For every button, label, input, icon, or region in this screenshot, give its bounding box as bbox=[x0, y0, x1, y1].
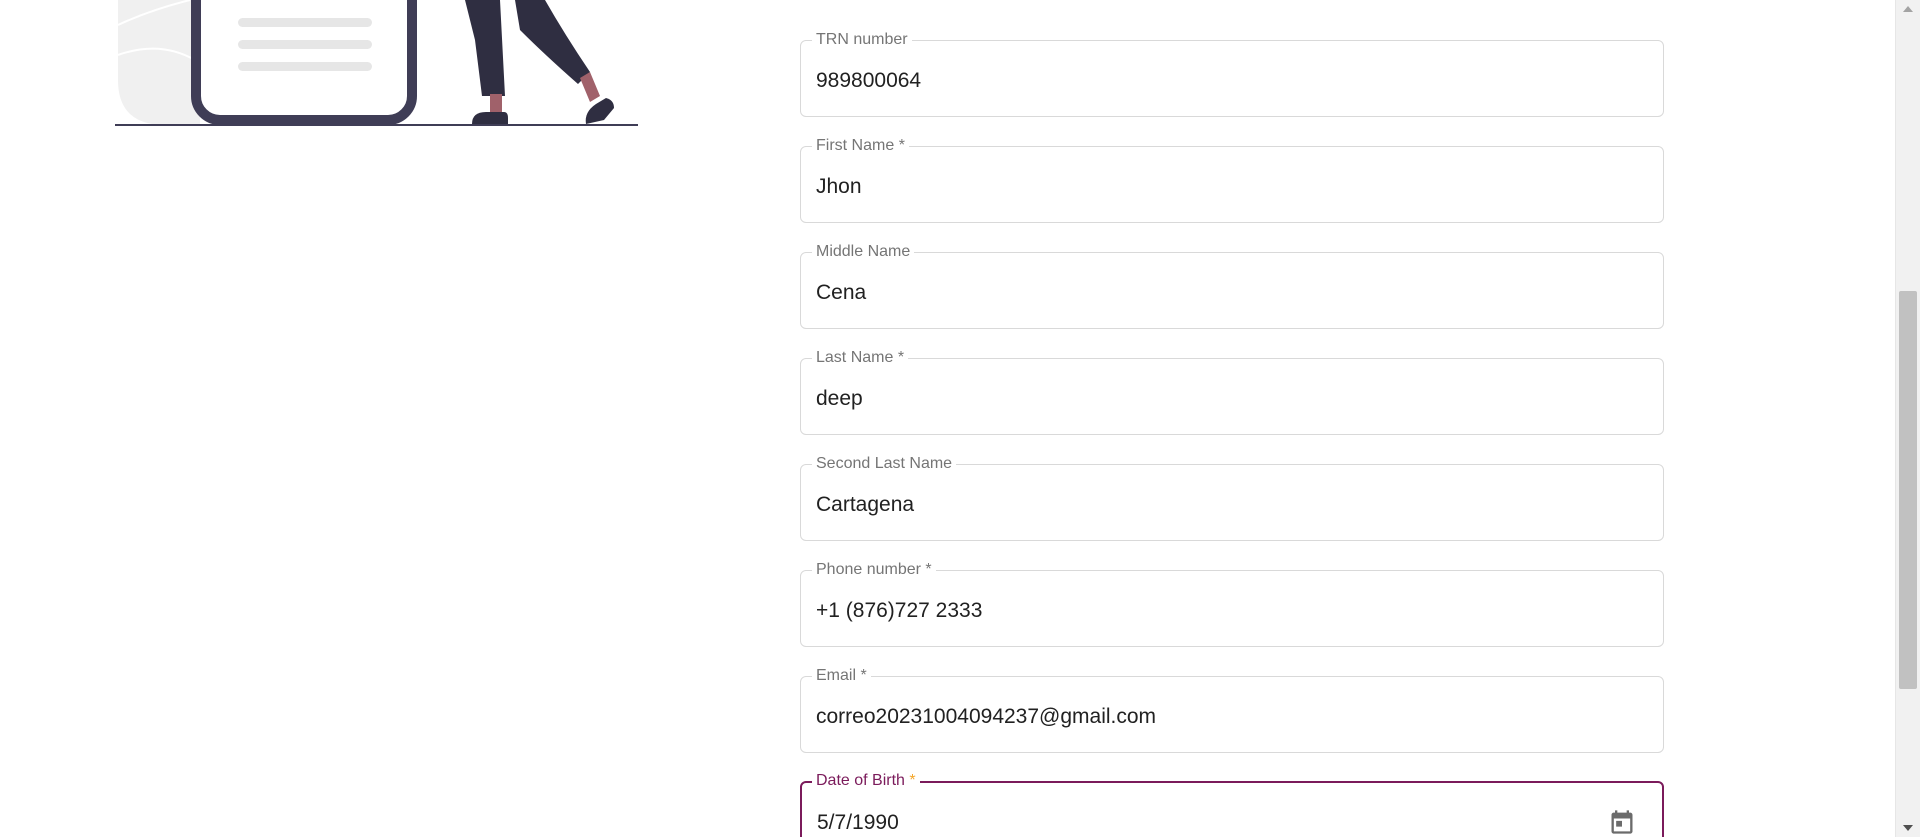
second-last-name-field[interactable]: Second Last Name bbox=[800, 454, 1664, 541]
date-of-birth-input[interactable] bbox=[817, 810, 1597, 836]
last-name-field[interactable]: Last Name * bbox=[800, 348, 1664, 435]
first-name-input[interactable] bbox=[816, 174, 1596, 200]
first-name-field[interactable]: First Name * bbox=[800, 136, 1664, 223]
middle-name-field[interactable]: Middle Name bbox=[800, 242, 1664, 329]
second-last-name-label: Second Last Name bbox=[812, 454, 957, 474]
date-of-birth-label: Date of Birth * bbox=[812, 771, 920, 791]
illustration-ankle-left bbox=[490, 94, 502, 112]
middle-name-input[interactable] bbox=[816, 280, 1596, 306]
required-marker: * bbox=[898, 137, 905, 154]
required-marker: * bbox=[860, 667, 867, 684]
date-of-birth-field[interactable]: Date of Birth * bbox=[800, 771, 1664, 837]
calendar-icon[interactable] bbox=[1608, 807, 1636, 837]
required-marker: * bbox=[925, 561, 932, 578]
scroll-down-arrow-icon[interactable] bbox=[1903, 825, 1913, 831]
illustration-phone-line-3 bbox=[238, 62, 372, 71]
page-scrollbar[interactable] bbox=[1895, 0, 1920, 837]
scrollbar-thumb[interactable] bbox=[1899, 291, 1917, 689]
last-name-label: Last Name * bbox=[812, 348, 909, 368]
illustration-shoe-right bbox=[585, 98, 614, 124]
required-marker: * bbox=[909, 772, 916, 789]
email-field[interactable]: Email * bbox=[800, 666, 1664, 753]
illustration-phone-line-2 bbox=[238, 40, 372, 49]
scroll-up-arrow-icon[interactable] bbox=[1903, 6, 1913, 12]
trn-number-input[interactable] bbox=[816, 68, 1596, 94]
page: TRN number First Name * Middle Name Last… bbox=[0, 0, 1920, 837]
email-label: Email * bbox=[812, 666, 871, 686]
illustration-phone-line-1 bbox=[238, 18, 372, 27]
email-input[interactable] bbox=[816, 704, 1596, 730]
trn-number-label: TRN number bbox=[812, 30, 912, 50]
illustration-leg-right bbox=[515, 0, 590, 84]
phone-number-field[interactable]: Phone number * bbox=[800, 560, 1664, 647]
illustration-shoe-left bbox=[472, 112, 508, 124]
first-name-label: First Name * bbox=[812, 136, 909, 156]
second-last-name-input[interactable] bbox=[816, 492, 1596, 518]
required-marker: * bbox=[897, 349, 905, 366]
trn-number-field[interactable]: TRN number bbox=[800, 30, 1664, 117]
illustration-ankle-right bbox=[580, 72, 600, 102]
illustration-leg-left bbox=[465, 0, 505, 96]
form-illustration bbox=[115, 0, 638, 126]
middle-name-label: Middle Name bbox=[812, 242, 915, 262]
phone-number-input[interactable] bbox=[816, 598, 1596, 624]
phone-number-label: Phone number * bbox=[812, 560, 936, 580]
last-name-input[interactable] bbox=[816, 386, 1596, 412]
